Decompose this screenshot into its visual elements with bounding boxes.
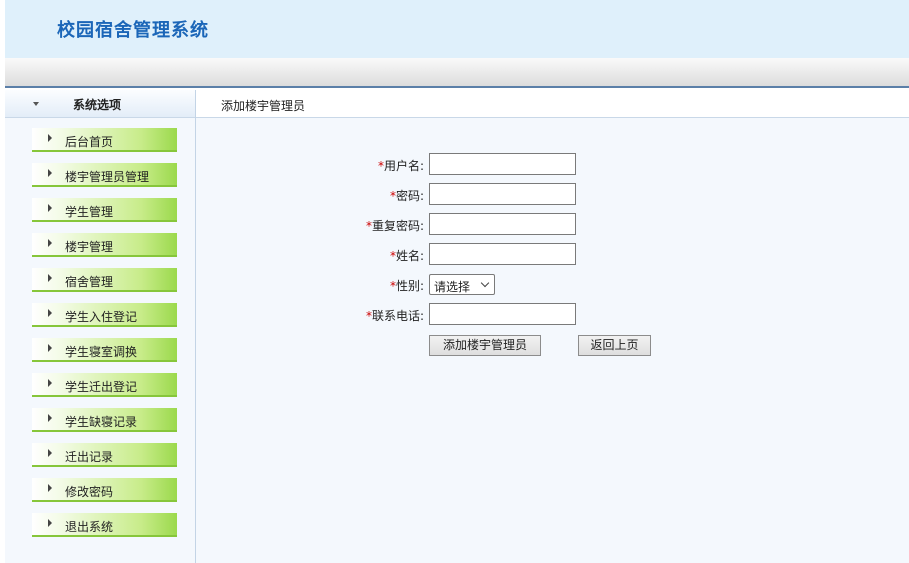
sidebar-item-logout[interactable]: 退出系统 [32,513,177,537]
form-row-confirm-password: *重复密码: [196,213,909,235]
sidebar-item-label: 学生管理 [65,205,114,219]
triangle-right-icon [48,309,52,317]
sidebar-item-student-management[interactable]: 学生管理 [32,198,177,222]
triangle-right-icon [48,344,52,352]
username-label: *用户名: [377,159,424,173]
sidebar-item-home[interactable]: 后台首页 [32,128,177,152]
triangle-right-icon [48,274,52,282]
phone-label: *联系电话: [365,309,424,323]
triangle-right-icon [48,484,52,492]
sidebar-item-label: 学生入住登记 [65,310,138,324]
sidebar-item-student-checkout[interactable]: 学生迁出登记 [32,373,177,397]
sidebar-item-room-change[interactable]: 学生寝室调换 [32,338,177,362]
sidebar-item-label: 宿舍管理 [65,275,114,289]
sidebar-item-label: 楼宇管理员管理 [65,170,150,184]
sidebar-item-label: 退出系统 [65,520,114,534]
top-toolbar-bar [5,58,909,88]
gender-select-value: 请选择 [434,280,471,294]
triangle-right-icon [48,449,52,457]
password-label: *密码: [389,189,424,203]
add-building-admin-button[interactable]: 添加楼宇管理员 [429,335,541,356]
confirm-password-input[interactable] [429,213,576,235]
sidebar-header[interactable]: 系统选项 [5,90,195,118]
sidebar: 系统选项 后台首页 楼宇管理员管理 学生管理 楼宇管理 宿舍管理 学生入住登记 … [5,90,196,563]
sidebar-item-label: 迁出记录 [65,450,114,464]
form-row-phone: *联系电话: [196,303,909,325]
sidebar-item-change-password[interactable]: 修改密码 [32,478,177,502]
form-row-password: *密码: [196,183,909,205]
sidebar-item-label: 学生迁出登记 [65,380,138,394]
sidebar-item-label: 学生缺寝记录 [65,415,138,429]
main-content: 添加楼宇管理员 *用户名: *密码: *重复密码: *姓名: *性别: 请选择 … [196,90,909,563]
sidebar-item-checkout-records[interactable]: 迁出记录 [32,443,177,467]
form-row-username: *用户名: [196,153,909,175]
sidebar-header-title: 系统选项 [73,98,122,112]
triangle-right-icon [48,519,52,527]
triangle-right-icon [48,204,52,212]
name-label: *姓名: [389,249,424,263]
chevron-down-icon [480,278,490,288]
page-title: 添加楼宇管理员 [221,99,306,113]
triangle-right-icon [48,414,52,422]
sidebar-item-label: 后台首页 [65,135,114,149]
breadcrumb: 添加楼宇管理员 [196,90,909,118]
sidebar-item-label: 修改密码 [65,485,114,499]
app-header: 校园宿舍管理系统 [5,0,909,58]
sidebar-item-building-management[interactable]: 楼宇管理 [32,233,177,257]
triangle-right-icon [48,169,52,177]
back-button[interactable]: 返回上页 [578,335,651,356]
gender-select[interactable]: 请选择 [429,274,495,295]
triangle-right-icon [48,379,52,387]
confirm-password-label: *重复密码: [365,219,424,233]
gender-label: *性别: [389,279,424,293]
triangle-right-icon [48,239,52,247]
phone-input[interactable] [429,303,576,325]
sidebar-item-absence-records[interactable]: 学生缺寝记录 [32,408,177,432]
username-input[interactable] [429,153,576,175]
sidebar-item-label: 楼宇管理 [65,240,114,254]
caret-down-icon [33,102,39,106]
sidebar-item-dorm-management[interactable]: 宿舍管理 [32,268,177,292]
password-input[interactable] [429,183,576,205]
sidebar-item-label: 学生寝室调换 [65,345,138,359]
form-row-name: *姓名: [196,243,909,265]
sidebar-item-student-checkin[interactable]: 学生入住登记 [32,303,177,327]
app-title: 校园宿舍管理系统 [57,20,209,41]
name-input[interactable] [429,243,576,265]
form-row-gender: *性别: 请选择 [196,273,909,295]
sidebar-item-building-admin-management[interactable]: 楼宇管理员管理 [32,163,177,187]
triangle-right-icon [48,134,52,142]
